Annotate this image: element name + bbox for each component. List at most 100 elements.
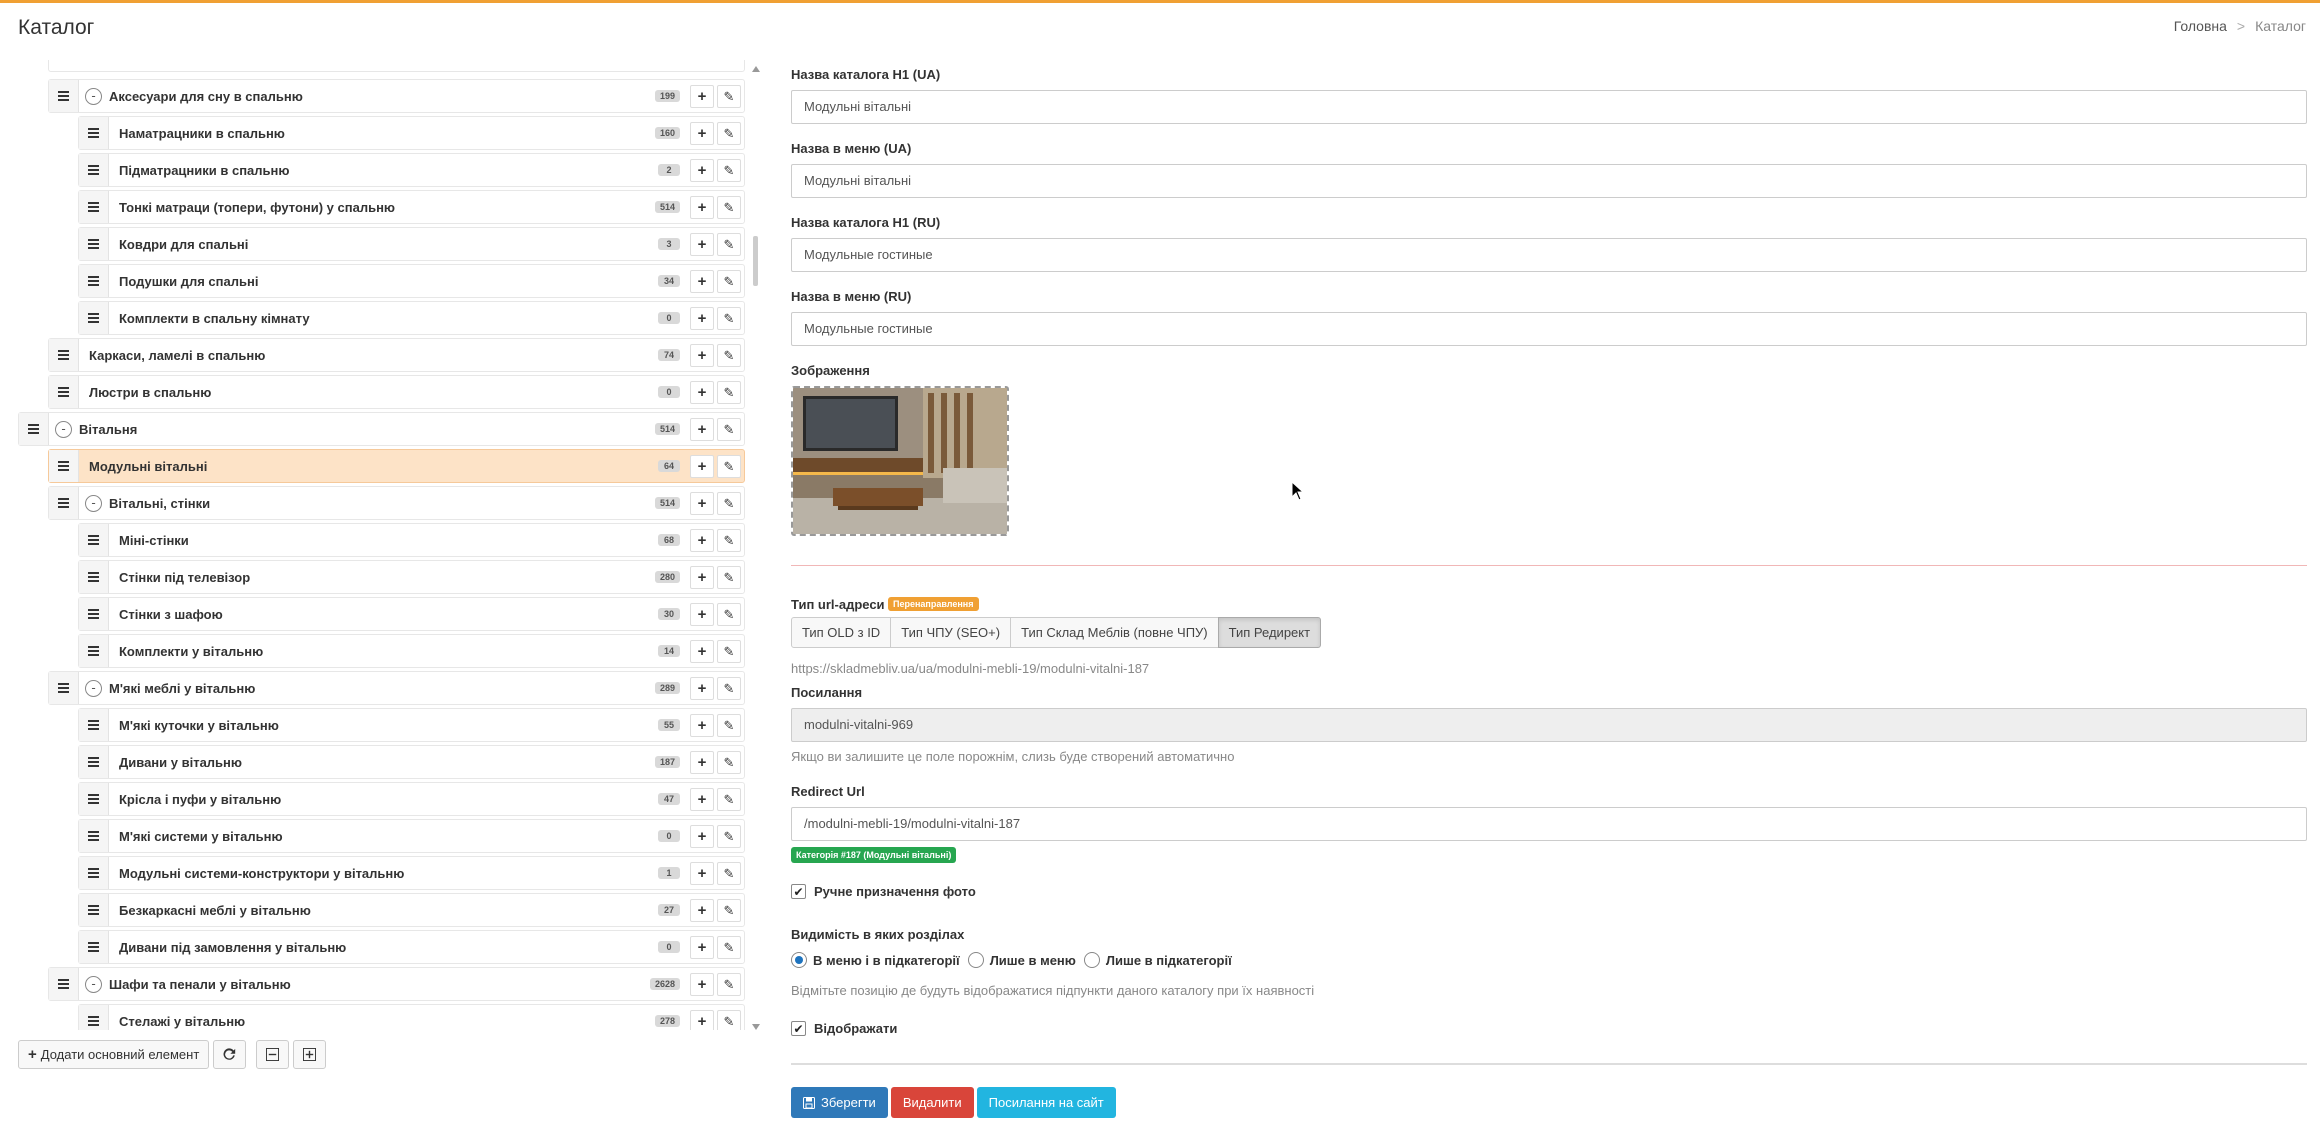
edit-pencil-icon[interactable]: ✎ xyxy=(717,529,741,552)
tree-row[interactable]: Модульні вітальні 64 + ✎ xyxy=(48,449,745,483)
edit-pencil-icon[interactable]: ✎ xyxy=(717,862,741,885)
drag-handle-icon[interactable] xyxy=(79,746,109,778)
collapse-toggle-icon[interactable]: - xyxy=(85,976,102,993)
add-child-button[interactable]: + xyxy=(690,492,714,515)
drag-handle-icon[interactable] xyxy=(79,191,109,223)
manual-photo-checkbox[interactable]: ✔ Ручне призначення фото xyxy=(791,884,976,899)
add-child-button[interactable]: + xyxy=(690,862,714,885)
collapse-toggle-icon[interactable]: - xyxy=(85,495,102,512)
add-child-button[interactable]: + xyxy=(690,751,714,774)
refresh-button[interactable] xyxy=(213,1040,247,1069)
add-child-button[interactable]: + xyxy=(690,640,714,663)
drag-handle-icon[interactable] xyxy=(79,635,109,667)
drag-handle-icon[interactable] xyxy=(49,376,79,408)
visibility-radio-option[interactable]: Лише в меню xyxy=(967,952,1076,968)
add-child-button[interactable]: + xyxy=(690,529,714,552)
collapse-toggle-icon[interactable]: - xyxy=(85,680,102,697)
expand-all-button[interactable] xyxy=(293,1040,327,1069)
tree-row[interactable]: Підматрацники в спальню 2 + ✎ xyxy=(78,153,745,187)
edit-pencil-icon[interactable]: ✎ xyxy=(717,307,741,330)
tree-row[interactable]: Дивани у вітальню 187 + ✎ xyxy=(78,745,745,779)
menu-ru-input[interactable]: Модульные гостиные xyxy=(791,312,2307,346)
edit-pencil-icon[interactable]: ✎ xyxy=(717,418,741,441)
drag-handle-icon[interactable] xyxy=(49,968,79,1000)
add-child-button[interactable]: + xyxy=(690,270,714,293)
collapse-toggle-icon[interactable]: - xyxy=(85,88,102,105)
visibility-radio-option[interactable]: Лише в підкатегорії xyxy=(1083,952,1232,968)
tree-row[interactable]: Комплекти у вітальню 14 + ✎ xyxy=(78,634,745,668)
drag-handle-icon[interactable] xyxy=(79,931,109,963)
edit-pencil-icon[interactable]: ✎ xyxy=(717,751,741,774)
drag-handle-icon[interactable] xyxy=(79,117,109,149)
scroll-thumb[interactable] xyxy=(753,236,758,286)
drag-handle-icon[interactable] xyxy=(79,598,109,630)
url-type-option[interactable]: Тип Склад Меблів (повне ЧПУ) xyxy=(1010,617,1219,648)
tree-row[interactable]: Комплекти в спальну кімнату 0 + ✎ xyxy=(78,301,745,335)
add-child-button[interactable]: + xyxy=(690,381,714,404)
add-main-element-button[interactable]: + Додати основний елемент xyxy=(18,1040,210,1069)
tree-row[interactable]: - Шафи та пенали у вітальню 2628 + ✎ xyxy=(48,967,745,1001)
drag-handle-icon[interactable] xyxy=(79,561,109,593)
add-child-button[interactable]: + xyxy=(690,85,714,108)
drag-handle-icon[interactable] xyxy=(79,709,109,741)
tree-row[interactable]: Ковдри для спальні 3 + ✎ xyxy=(78,227,745,261)
edit-pencil-icon[interactable]: ✎ xyxy=(717,566,741,589)
tree-row[interactable]: - Вітальня 514 + ✎ xyxy=(18,412,745,446)
drag-handle-icon[interactable] xyxy=(79,154,109,186)
edit-pencil-icon[interactable]: ✎ xyxy=(717,159,741,182)
edit-pencil-icon[interactable]: ✎ xyxy=(717,936,741,959)
add-child-button[interactable]: + xyxy=(690,1010,714,1030)
edit-pencil-icon[interactable]: ✎ xyxy=(717,640,741,663)
edit-pencil-icon[interactable]: ✎ xyxy=(717,973,741,996)
add-child-button[interactable]: + xyxy=(690,603,714,626)
edit-pencil-icon[interactable]: ✎ xyxy=(717,381,741,404)
tree-row[interactable]: Безкаркасні меблі у вітальню 27 + ✎ xyxy=(78,893,745,927)
tree-row[interactable]: - М'які меблі у вітальню 289 + ✎ xyxy=(48,671,745,705)
add-child-button[interactable]: + xyxy=(690,825,714,848)
add-child-button[interactable]: + xyxy=(690,899,714,922)
edit-pencil-icon[interactable]: ✎ xyxy=(717,122,741,145)
tree-row[interactable]: Міні-стінки 68 + ✎ xyxy=(78,523,745,557)
menu-ua-input[interactable]: Модульні вітальні xyxy=(791,164,2307,198)
add-child-button[interactable]: + xyxy=(690,973,714,996)
url-type-option[interactable]: Тип OLD з ID xyxy=(791,617,892,648)
h1-ua-input[interactable]: Модульні вітальні xyxy=(791,90,2307,124)
tree-row[interactable]: - Аксесуари для сну в спальню 199 + ✎ xyxy=(48,79,745,113)
drag-handle-icon[interactable] xyxy=(79,265,109,297)
breadcrumb-home-link[interactable]: Головна xyxy=(2174,18,2227,34)
catalog-image-upload[interactable] xyxy=(791,386,1009,536)
tree-row[interactable]: Люстри в спальню 0 + ✎ xyxy=(48,375,745,409)
edit-pencil-icon[interactable]: ✎ xyxy=(717,492,741,515)
tree-row[interactable]: Дивани під замовлення у вітальню 0 + ✎ xyxy=(78,930,745,964)
add-child-button[interactable]: + xyxy=(690,344,714,367)
redirect-url-input[interactable]: /modulni-mebli-19/modulni-vitalni-187 xyxy=(791,807,2307,841)
edit-pencil-icon[interactable]: ✎ xyxy=(717,196,741,219)
tree-row[interactable]: Наматрацники в спальню 160 + ✎ xyxy=(78,116,745,150)
tree-row[interactable]: - Вітальні, стінки 514 + ✎ xyxy=(48,486,745,520)
delete-button[interactable]: Видалити xyxy=(890,1087,974,1118)
edit-pencil-icon[interactable]: ✎ xyxy=(717,233,741,256)
tree-row[interactable]: Стінки під телевізор 280 + ✎ xyxy=(78,560,745,594)
site-link-button[interactable]: Посилання на сайт xyxy=(976,1087,1116,1118)
drag-handle-icon[interactable] xyxy=(79,857,109,889)
drag-handle-icon[interactable] xyxy=(79,783,109,815)
collapse-all-button[interactable] xyxy=(256,1040,290,1069)
save-button[interactable]: Зберегти xyxy=(791,1087,888,1118)
add-child-button[interactable]: + xyxy=(690,455,714,478)
add-child-button[interactable]: + xyxy=(690,418,714,441)
drag-handle-icon[interactable] xyxy=(49,339,79,371)
drag-handle-icon[interactable] xyxy=(49,450,79,482)
drag-handle-icon[interactable] xyxy=(79,894,109,926)
h1-ru-input[interactable]: Модульные гостиные xyxy=(791,238,2307,272)
add-child-button[interactable]: + xyxy=(690,936,714,959)
add-child-button[interactable]: + xyxy=(690,159,714,182)
edit-pencil-icon[interactable]: ✎ xyxy=(717,788,741,811)
tree-row[interactable]: Каркаси, ламелі в спальню 74 + ✎ xyxy=(48,338,745,372)
tree-row[interactable]: Подушки для спальні 34 + ✎ xyxy=(78,264,745,298)
drag-handle-icon[interactable] xyxy=(49,487,79,519)
slug-input[interactable]: modulni-vitalni-969 xyxy=(791,708,2307,742)
add-child-button[interactable]: + xyxy=(690,677,714,700)
edit-pencil-icon[interactable]: ✎ xyxy=(717,85,741,108)
tree-row[interactable]: М'які куточки у вітальню 55 + ✎ xyxy=(78,708,745,742)
drag-handle-icon[interactable] xyxy=(49,80,79,112)
